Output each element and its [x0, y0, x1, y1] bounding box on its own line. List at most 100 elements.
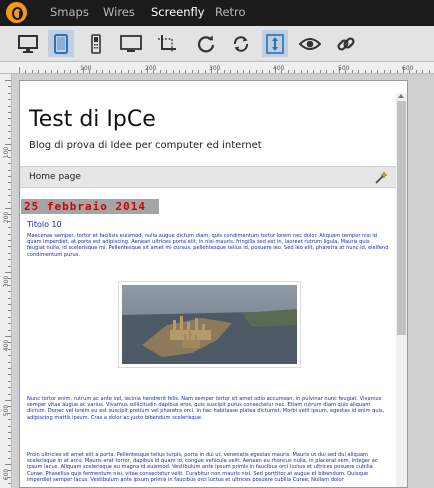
ruler-tick — [8, 444, 11, 446]
ruler-v-label: 600 — [3, 468, 11, 481]
ruler-tick — [8, 419, 11, 421]
ruler-tick — [326, 70, 328, 73]
vertical-ruler: 100 200 300 400 500 600 — [0, 74, 12, 488]
ruler-tick — [191, 70, 193, 73]
post-title[interactable]: Titolo 10 — [27, 220, 62, 229]
ruler-v-label: 400 — [3, 339, 11, 352]
tv-icon — [120, 34, 142, 52]
ruler-tick — [25, 70, 27, 73]
ruler-tick — [236, 70, 238, 73]
phone-button[interactable] — [83, 30, 109, 57]
eye-icon — [299, 37, 321, 50]
ruler-tick — [70, 70, 72, 73]
rotate-icon — [233, 35, 249, 52]
ruler-tick — [8, 131, 11, 133]
custom-size-button[interactable] — [154, 30, 180, 57]
horizontal-ruler: 100 200 300 400 500 600 — [0, 62, 434, 74]
logo-icon[interactable] — [6, 2, 27, 23]
ruler-tick — [8, 105, 11, 107]
ruler-tick — [5, 400, 11, 401]
city-skyline-image — [122, 285, 297, 364]
ruler-tick — [8, 265, 11, 267]
ruler-tick — [8, 323, 11, 325]
blog-title[interactable]: Test di IpCe — [29, 107, 156, 132]
nav-retro[interactable]: Retro — [215, 5, 246, 19]
scroll-icon — [266, 33, 284, 54]
nav-smaps[interactable]: Smaps — [50, 5, 89, 19]
ruler-tick — [44, 70, 46, 73]
desktop-button[interactable] — [15, 30, 41, 57]
scroll-button[interactable] — [262, 30, 288, 57]
scroll-thumb[interactable] — [397, 101, 406, 335]
ruler-tick — [95, 70, 97, 73]
blog-menu-bar: Home page — [20, 166, 396, 188]
ruler-tick — [121, 70, 123, 73]
ruler-h-label: 200 — [145, 65, 157, 72]
post-date: 25 febbraio 2014 — [21, 199, 159, 214]
ruler-tick — [8, 329, 11, 331]
ruler-tick — [5, 464, 11, 465]
view-button[interactable] — [297, 30, 323, 57]
refresh-button[interactable] — [193, 30, 219, 57]
custom-size-icon — [158, 34, 176, 53]
ruler-tick — [5, 336, 11, 337]
page-scrollbar[interactable] — [396, 93, 407, 487]
ruler-h-label: 400 — [273, 65, 285, 72]
device-toolbar — [0, 26, 434, 62]
ruler-tick — [31, 70, 33, 73]
wand-icon[interactable] — [375, 171, 388, 184]
ruler-tick — [198, 70, 200, 73]
ruler-tick — [230, 70, 232, 73]
ruler-tick — [8, 252, 11, 254]
ruler-tick — [415, 70, 417, 73]
ruler-tick — [38, 70, 40, 73]
city-photo — [122, 285, 297, 364]
ruler-tick — [255, 70, 257, 73]
menu-home-link[interactable]: Home page — [29, 172, 81, 182]
ruler-tick — [159, 70, 161, 73]
ruler-tick — [8, 374, 11, 376]
ruler-tick — [8, 310, 11, 312]
nav-screenfly[interactable]: Screenfly — [151, 5, 205, 19]
tablet-button[interactable] — [48, 30, 74, 57]
post-paragraph-1: Maecenas semper, tortor et facilisis eui… — [27, 233, 389, 258]
ruler-tick — [249, 70, 251, 73]
scroll-up-icon[interactable] — [398, 94, 404, 98]
ruler-tick — [8, 483, 11, 485]
ruler-tick — [8, 355, 11, 357]
ruler-tick — [5, 80, 11, 81]
ruler-v-label: 200 — [3, 211, 11, 224]
ruler-tick — [8, 393, 11, 395]
ruler-tick — [204, 70, 206, 73]
ruler-tick — [243, 70, 244, 73]
ruler-tick — [307, 70, 308, 73]
ruler-tick — [294, 70, 296, 73]
ruler-tick — [127, 70, 129, 73]
ruler-v-label: 300 — [3, 275, 11, 288]
ruler-tick — [102, 70, 104, 73]
ruler-tick — [8, 291, 11, 293]
ruler-tick — [364, 70, 366, 73]
ruler-tick — [8, 368, 11, 369]
tv-button[interactable] — [118, 30, 144, 57]
ruler-tick — [8, 99, 11, 101]
phone-icon — [91, 33, 101, 54]
link-button[interactable] — [333, 30, 359, 57]
ruler-h-label: 100 — [80, 65, 92, 72]
ruler-tick — [223, 70, 225, 73]
ruler-tick — [287, 70, 289, 73]
rotate-button[interactable] — [228, 30, 254, 57]
ruler-tick — [8, 316, 11, 318]
nav-wires[interactable]: Wires — [103, 5, 135, 19]
ruler-tick — [8, 387, 11, 389]
ruler-tick — [8, 201, 11, 203]
ruler-h-label: 600 — [402, 65, 414, 72]
post-paragraph-3: Proin ultricies sit amet elit a porta. P… — [27, 452, 378, 483]
top-nav-bar: Smaps Wires Screenfly Retro — [0, 0, 434, 26]
desktop-icon — [18, 34, 38, 53]
ruler-tick — [300, 70, 302, 73]
ruler-tick — [313, 70, 315, 73]
ruler-tick — [8, 297, 11, 299]
ruler-tick — [19, 67, 20, 73]
ruler-tick — [63, 70, 65, 73]
